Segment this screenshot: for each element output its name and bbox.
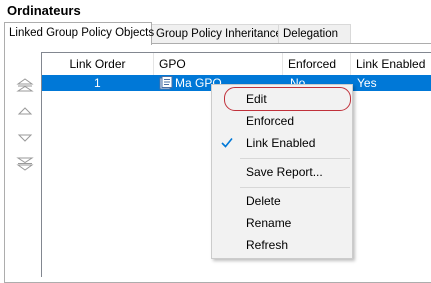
tab-delegation[interactable]: Delegation: [278, 24, 351, 43]
cell-link-enabled: Yes: [357, 76, 377, 90]
move-down-icon: [17, 134, 33, 142]
container-title: Ordinateurs: [7, 3, 81, 18]
checkmark-icon: [221, 137, 233, 148]
sort-ascending-icon: ^: [93, 53, 97, 58]
column-header-gpo[interactable]: GPO: [154, 53, 283, 75]
gpo-scroll-icon: [159, 76, 173, 90]
menu-item-save-report[interactable]: Save Report...: [212, 161, 352, 183]
menu-separator: [240, 187, 350, 188]
list-header: ^ Link Order GPO Enforced Link Enabled: [42, 53, 431, 75]
annotation-highlight-oval: [224, 87, 351, 111]
move-to-bottom-icon: [16, 157, 34, 171]
move-down-button[interactable]: [16, 131, 34, 145]
cell-link-order: 1: [94, 76, 101, 90]
move-up-icon: [17, 107, 33, 115]
move-to-top-button[interactable]: [16, 78, 34, 92]
menu-item-link-enabled[interactable]: Link Enabled: [212, 132, 352, 154]
menu-separator: [240, 158, 350, 159]
menu-item-rename[interactable]: Rename: [212, 212, 352, 234]
menu-item-enforced[interactable]: Enforced: [212, 110, 352, 132]
column-header-link-enabled[interactable]: Link Enabled: [351, 53, 431, 75]
menu-item-delete[interactable]: Delete: [212, 190, 352, 212]
menu-item-refresh[interactable]: Refresh: [212, 234, 352, 256]
tab-gp-inheritance[interactable]: Group Policy Inheritance: [151, 24, 282, 43]
move-to-top-icon: [16, 78, 34, 92]
move-to-bottom-button[interactable]: [16, 157, 34, 171]
tab-linked-gpos[interactable]: Linked Group Policy Objects: [4, 22, 154, 45]
column-header-link-order[interactable]: ^ Link Order: [42, 53, 154, 75]
move-up-button[interactable]: [16, 104, 34, 118]
column-header-enforced[interactable]: Enforced: [283, 53, 351, 75]
tab-strip: Linked Group Policy Objects Group Policy…: [4, 22, 431, 45]
